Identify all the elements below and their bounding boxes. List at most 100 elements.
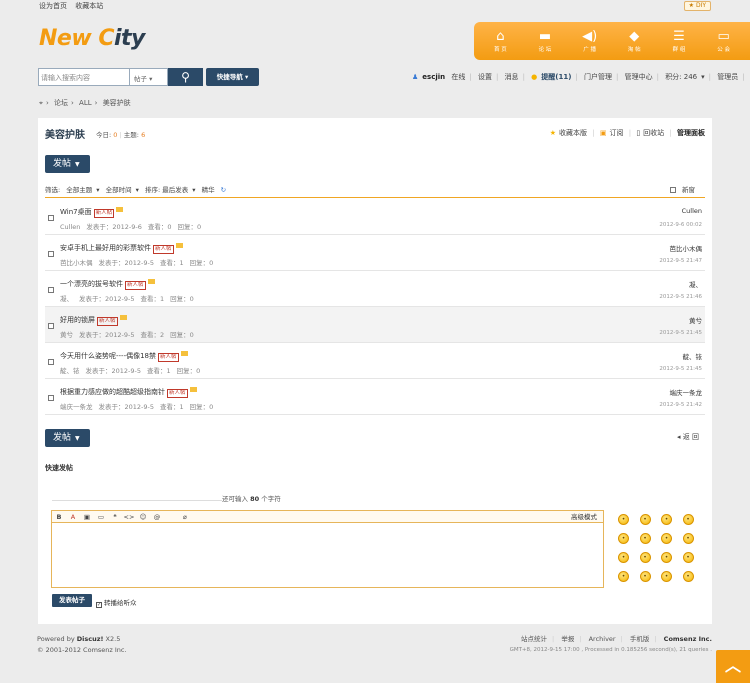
powered-name[interactable]: Discuz! [77,635,104,643]
nav-item-guild[interactable]: ▭ 公 会 [704,29,744,53]
smiley-icon[interactable]: • [661,571,672,582]
site-logo[interactable]: New City [39,26,145,51]
thread-checkbox[interactable] [48,287,54,293]
submit-post-button[interactable]: 发表帖子 [52,594,92,607]
bookmark-link[interactable]: 收藏本站 [75,2,103,10]
admin-link[interactable]: 管理员 [717,73,738,81]
thread-row[interactable]: 安卓手机上最好用的彩票软件 新人帖 芭比小木偶 发表于：2012-9-5 查看：1 回复… [45,235,705,271]
smiley-icon[interactable]: • [661,514,672,525]
thread-author[interactable]: 靛、铱 [60,367,80,375]
thread-title[interactable]: 一个漂亮的拔号软件 [60,280,123,288]
search-type-select[interactable]: 帖子 ▾ [130,68,168,86]
thread-author[interactable]: 芭比小木偶 [60,259,93,267]
thread-checkbox[interactable] [48,395,54,401]
filter-all-time[interactable]: 全部时间 ▾ [106,186,139,194]
footer-link-report[interactable]: 举报 [561,635,574,643]
nav-item-forum[interactable]: ▬ 论 坛 [525,29,565,53]
smiley-icon[interactable]: • [639,514,651,525]
new-window-toggle[interactable]: 新窗 [669,184,699,194]
diy-button[interactable]: ★ DIY [683,1,711,11]
smiley-icon[interactable]: • [639,571,651,582]
last-post-author[interactable]: 端庆一条龙 [670,387,703,397]
thread-row[interactable]: Win7桌面 新人帖 Cullen 发表于：2012-9-6 查看：0 回复：0 Cul… [45,199,705,235]
settings-link[interactable]: 设置 [478,73,492,81]
footer-link-stats[interactable]: 站点统计 [521,635,547,643]
thread-title[interactable]: 今天用什么姿势呢----偶像18禁 [60,352,156,360]
breadcrumb-all[interactable]: ALL [79,99,92,107]
smiley-icon[interactable]: • [682,552,694,563]
thread-checkbox[interactable] [48,359,54,365]
recycle-link[interactable]: 回收站 [643,129,664,137]
footer-link-mobile[interactable]: 手机版 [630,635,650,643]
last-post-time[interactable]: 2012-9-5 21:45 [659,330,702,336]
thread-checkbox[interactable] [48,251,54,257]
new-post-button[interactable]: 发帖 ▼ [45,155,90,173]
smiley-icon[interactable]: • [682,571,694,582]
smiley-button[interactable]: ☺ [136,511,150,523]
remind-link[interactable]: 提醒(11) [541,73,571,81]
image-button[interactable]: ▣ [80,511,94,523]
sync-toggle[interactable]: ✓ 转播给听众 [96,597,137,608]
new-post-button-bottom[interactable]: 发帖 ▼ [45,429,90,447]
smiley-icon[interactable]: • [682,514,694,525]
footer-company[interactable]: Comsenz Inc. [664,635,712,643]
thread-checkbox[interactable] [48,215,54,221]
smiley-icon[interactable]: • [639,552,651,563]
advanced-mode-link[interactable]: 高级模式 [571,511,597,523]
last-post-time[interactable]: 2012-9-5 21:42 [659,402,702,408]
thread-checkbox[interactable] [48,323,54,329]
smiley-icon[interactable]: • [682,533,694,544]
last-post-time[interactable]: 2012-9-5 21:47 [659,258,702,264]
editor-textarea[interactable] [52,523,603,588]
filter-digest[interactable]: 精华 [202,186,215,194]
smiley-icon[interactable]: • [618,571,629,582]
back-to-top-button[interactable]: ︿ [716,650,750,683]
online-status[interactable]: 在线 [451,73,465,81]
last-post-time[interactable]: 2012-9-6 00:02 [659,222,702,228]
footer-link-archiver[interactable]: Archiver [589,635,616,643]
messages-link[interactable]: 消息 [505,73,519,81]
points-link[interactable]: 积分: 246 [665,73,697,81]
mention-button[interactable]: @ [150,511,164,523]
thread-title[interactable]: 好用的锁屏 [60,316,95,324]
admin-center-link[interactable]: 管理中心 [625,73,653,81]
smiley-icon[interactable]: • [618,552,629,563]
subscribe-link[interactable]: 订阅 [609,129,623,137]
subject-input[interactable] [52,500,222,501]
back-link[interactable]: ◂ 返 回 [677,432,699,442]
thread-author[interactable]: 凝、 [60,295,73,303]
thread-row[interactable]: 今天用什么姿势呢----偶像18禁 新人帖 靛、铱 发表于：2012-9-5 查看：1… [45,343,705,379]
home-pin-icon[interactable]: ⌖ [39,99,43,107]
smiley-icon[interactable]: • [618,533,629,544]
thread-author[interactable]: 黄兮 [60,331,73,339]
thread-row[interactable]: 根据重力感应做的超酷超级指南针 新人帖 端庆一条龙 发表于：2012-9-5 查看：1… [45,379,705,415]
thread-row[interactable]: 好用的锁屏 新人帖 黄兮 发表于：2012-9-5 查看：2 回复：0 黄兮 2012-… [45,307,705,343]
smiley-icon[interactable]: • [661,552,672,563]
thread-title[interactable]: 根据重力感应做的超酷超级指南针 [60,388,165,396]
last-post-author[interactable]: 芭比小木偶 [670,243,703,253]
refresh-icon[interactable]: ↻ [221,186,226,194]
nav-item-home[interactable]: ⌂ 首 页 [480,29,520,53]
filter-sort[interactable]: 排序: 最后发表 ▾ [145,186,196,194]
media-button[interactable]: ▭ [94,511,108,523]
thread-title[interactable]: 安卓手机上最好用的彩票软件 [60,244,151,252]
thread-author[interactable]: Cullen [60,223,80,231]
quote-button[interactable]: ❝ [108,511,122,523]
thread-author[interactable]: 端庆一条龙 [60,403,93,411]
smiley-icon[interactable]: • [639,533,651,544]
search-input[interactable]: 请输入搜索内容 [38,68,130,86]
smiley-icon[interactable]: • [661,533,672,544]
last-post-author[interactable]: Cullen [682,207,702,215]
username-link[interactable]: escjin [422,73,445,81]
attach-button[interactable]: ⌀ [178,511,192,523]
favorite-link[interactable]: 收藏本版 [559,129,587,137]
font-color-button[interactable]: A [66,511,80,523]
code-button[interactable]: <> [122,511,136,523]
portal-admin-link[interactable]: 门户管理 [584,73,612,81]
last-post-author[interactable]: 凝、 [689,279,702,289]
bold-button[interactable]: B [52,511,66,523]
filter-all-topics[interactable]: 全部主题 ▾ [66,186,99,194]
thread-row[interactable]: 一个漂亮的拔号软件 新人帖 凝、 发表于：2012-9-5 查看：1 回复：0 凝、 2… [45,271,705,307]
last-post-author[interactable]: 靛、铱 [683,351,703,361]
smiley-icon[interactable]: • [618,514,629,525]
